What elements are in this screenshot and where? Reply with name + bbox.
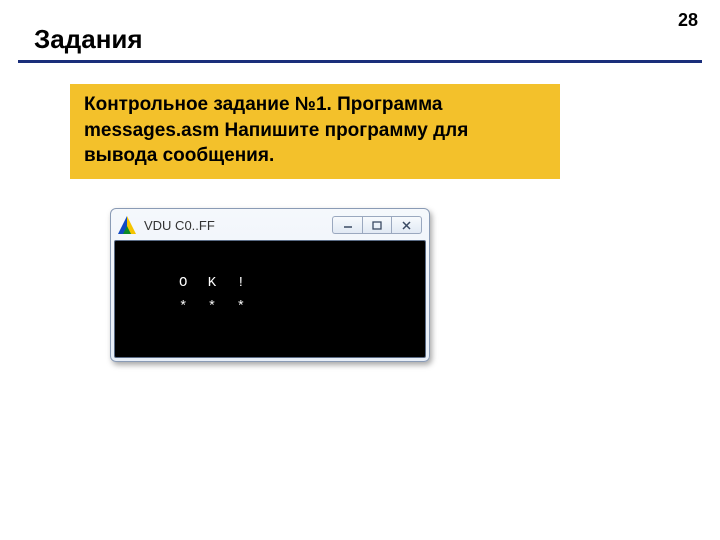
page-number: 28 [678,10,698,31]
output-line-1: O K ! [179,275,251,291]
vdu-window: VDU C0..FF O K ! * * * [110,208,430,362]
titlebar: VDU C0..FF [114,212,426,240]
title-underline [18,60,702,63]
app-icon [118,216,136,234]
maximize-button[interactable] [362,216,392,234]
output-line-2: * * * [179,299,251,315]
page-title: Задания [34,24,143,55]
minimize-button[interactable] [332,216,362,234]
vdu-window-wrap: VDU C0..FF O K ! * * * [110,208,430,362]
window-title: VDU C0..FF [144,218,332,233]
window-buttons [332,216,422,234]
task-box: Контрольное задание №1. Программа messag… [70,84,560,179]
close-button[interactable] [392,216,422,234]
task-text: Контрольное задание №1. Программа messag… [84,92,546,169]
vdu-client-area: O K ! * * * [114,240,426,358]
